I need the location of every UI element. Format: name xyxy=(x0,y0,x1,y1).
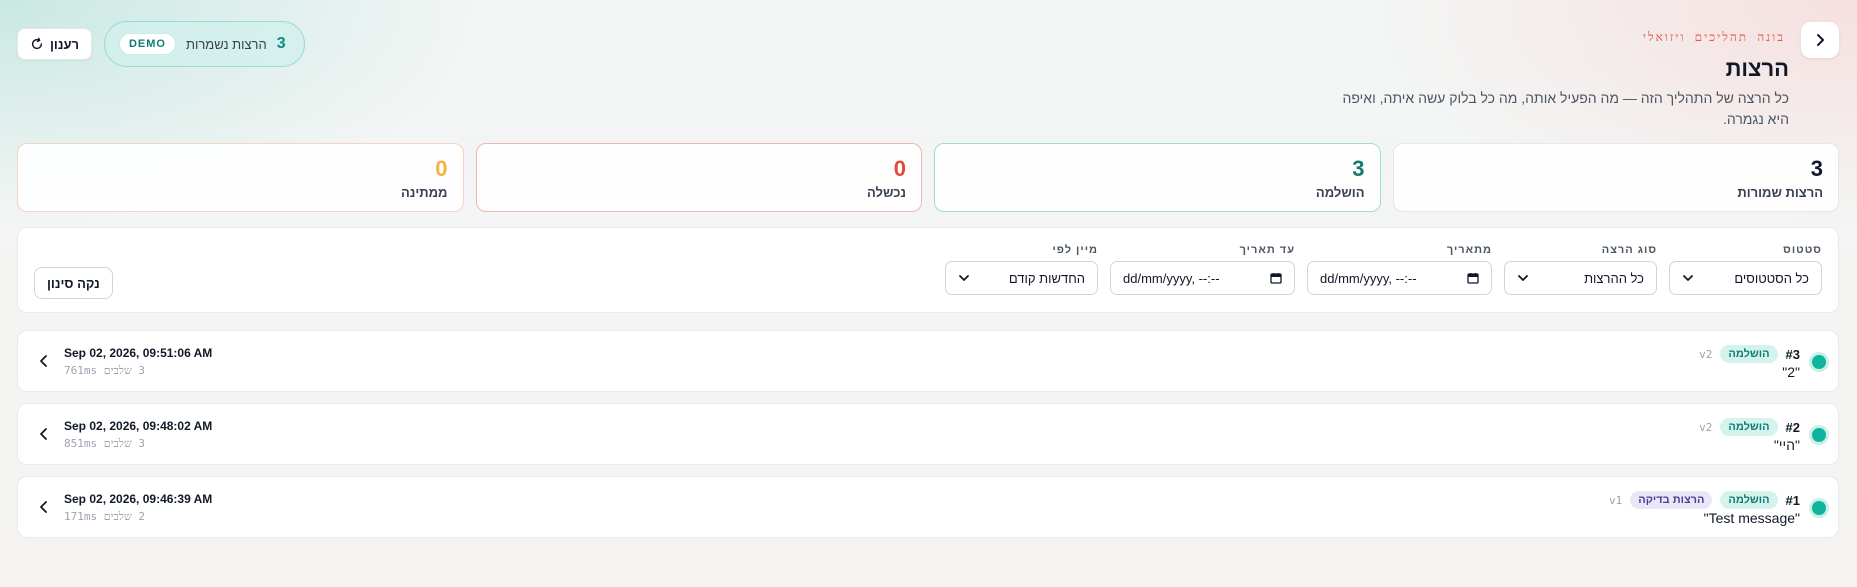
clear-filters-button[interactable]: נקה סינון xyxy=(34,267,113,299)
saved-label: הרצות נשמרות xyxy=(185,36,267,52)
chevron-down-icon xyxy=(959,275,969,281)
run-message: "Test message" xyxy=(1703,510,1800,526)
run-type-filter: סוג הרצה כל ההרצות xyxy=(1504,244,1657,295)
run-message: "היי" xyxy=(1773,437,1800,453)
status-dot xyxy=(1812,428,1826,442)
chevron-down-icon xyxy=(1518,275,1528,281)
run-header: #3 הושלמה v2 xyxy=(1699,345,1800,363)
status-badge: הושלמה xyxy=(1720,491,1778,509)
status-filter: סטטוס כל הסטטוסים xyxy=(1669,244,1822,295)
demo-badge: DEMO xyxy=(118,33,176,55)
stats-row: 3 הרצות שמורות 3 הושלמה 0 נכשלה 0 ממתינה xyxy=(17,143,1839,212)
refresh-button[interactable]: רענון xyxy=(17,28,92,60)
stat-saved: 3 הרצות שמורות xyxy=(1392,143,1839,212)
stat-value: 0 xyxy=(893,156,906,181)
run-row[interactable]: #3 הושלמה v2 "2" Sep 02, 2026, 09:51:06 … xyxy=(17,330,1839,392)
chevron-down-icon xyxy=(1683,275,1693,281)
chevron-left-icon[interactable] xyxy=(36,499,52,515)
run-header: #2 הושלמה v2 xyxy=(1699,418,1800,436)
stat-failed: 0 נכשלה xyxy=(475,143,922,212)
from-date-value: dd/mm/yyyy, --:-- xyxy=(1320,270,1417,286)
run-type-select-value: כל ההרצות xyxy=(1584,270,1644,286)
run-row[interactable]: #1 הושלמה הרצות בדיקה v1 "Test message" … xyxy=(17,476,1839,538)
status-dot xyxy=(1812,355,1826,369)
run-type-filter-label: סוג הרצה xyxy=(1601,244,1657,256)
header-actions: רענון 3 הרצות נשמרות DEMO xyxy=(17,21,305,67)
version-label: v1 xyxy=(1609,493,1623,507)
test-run-badge: הרצות בדיקה xyxy=(1630,491,1713,509)
stat-completed: 3 הושלמה xyxy=(934,143,1381,212)
run-id: #2 xyxy=(1785,419,1800,435)
status-badge: הושלמה xyxy=(1720,418,1778,436)
stat-pending: 0 ממתינה xyxy=(17,143,464,212)
status-select[interactable]: כל הסטטוסים xyxy=(1669,261,1822,295)
run-id: #3 xyxy=(1785,346,1800,362)
run-meta: 2 שלבים 171ms xyxy=(64,510,145,523)
stat-label: הרצות שמורות xyxy=(1737,185,1823,200)
chevron-left-icon[interactable] xyxy=(36,426,52,442)
app-eyebrow: בונה תהליכים ויזואלי xyxy=(1642,30,1785,44)
status-badge: הושלמה xyxy=(1720,345,1778,363)
sort-select[interactable]: החדשות קודם xyxy=(945,261,1098,295)
run-header: #1 הושלמה הרצות בדיקה v1 xyxy=(1609,491,1800,509)
run-date: Sep 02, 2026, 09:46:39 AM xyxy=(64,492,213,506)
stat-label: נכשלה xyxy=(867,185,906,200)
from-date-label: מתאריך xyxy=(1446,244,1492,256)
to-date-filter: עד תאריך dd/mm/yyyy, --:-- xyxy=(1110,244,1295,295)
stat-label: ממתינה xyxy=(400,185,448,200)
saved-count: 3 xyxy=(276,35,286,52)
stat-value: 0 xyxy=(435,156,448,181)
run-message: "2" xyxy=(1782,364,1800,380)
sort-select-value: החדשות קודם xyxy=(1008,270,1085,286)
runs-page: בונה תהליכים ויזואלי הרצות כל הרצה של הת… xyxy=(17,18,1839,538)
run-meta: 3 שלבים 761ms xyxy=(64,364,145,377)
run-row[interactable]: #2 הושלמה v2 "היי" Sep 02, 2026, 09:48:0… xyxy=(17,403,1839,465)
sort-label: מיין לפי xyxy=(1052,244,1098,256)
run-meta: 3 שלבים 851ms xyxy=(64,437,145,450)
refresh-icon xyxy=(31,37,43,50)
status-dot xyxy=(1812,501,1826,515)
filters-panel: סטטוס כל הסטטוסים סוג הרצה כל ההרצות מתא… xyxy=(17,227,1839,313)
saved-runs-pill: 3 הרצות נשמרות DEMO xyxy=(103,21,305,67)
to-date-value: dd/mm/yyyy, --:-- xyxy=(1123,270,1220,286)
chevron-right-icon xyxy=(1817,34,1824,46)
to-date-label: עד תאריך xyxy=(1239,244,1295,256)
from-date-filter: מתאריך dd/mm/yyyy, --:-- xyxy=(1307,244,1492,295)
run-type-select[interactable]: כל ההרצות xyxy=(1504,261,1657,295)
run-date: Sep 02, 2026, 09:51:06 AM xyxy=(64,346,213,360)
run-date: Sep 02, 2026, 09:48:02 AM xyxy=(64,419,213,433)
version-label: v2 xyxy=(1699,420,1713,434)
back-button[interactable] xyxy=(1801,22,1839,58)
status-filter-label: סטטוס xyxy=(1783,244,1822,256)
from-date-input[interactable]: dd/mm/yyyy, --:-- xyxy=(1307,261,1492,295)
page-title: הרצות xyxy=(1725,56,1789,81)
stat-value: 3 xyxy=(1810,156,1823,181)
status-select-value: כל הסטטוסים xyxy=(1734,270,1809,286)
refresh-label: רענון xyxy=(50,36,79,52)
page-header: בונה תהליכים ויזואלי הרצות כל הרצה של הת… xyxy=(17,18,1839,128)
version-label: v2 xyxy=(1699,347,1713,361)
page-description: כל הרצה של התהליך הזה — מה הפעיל אותה, מ… xyxy=(1342,90,1789,127)
run-id: #1 xyxy=(1785,492,1800,508)
stat-label: הושלמה xyxy=(1315,185,1365,200)
calendar-icon[interactable] xyxy=(1467,272,1479,284)
stat-value: 3 xyxy=(1352,156,1365,181)
sort-filter: מיין לפי החדשות קודם xyxy=(945,244,1098,295)
chevron-left-icon[interactable] xyxy=(36,353,52,369)
to-date-input[interactable]: dd/mm/yyyy, --:-- xyxy=(1110,261,1295,295)
calendar-icon[interactable] xyxy=(1270,272,1282,284)
